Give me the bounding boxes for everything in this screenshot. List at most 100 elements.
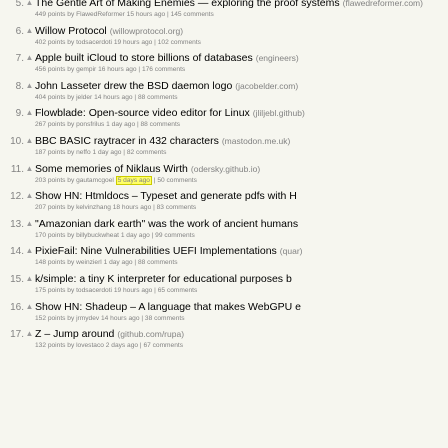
- user-link[interactable]: billybuckwheat: [76, 232, 119, 239]
- user-link[interactable]: ponsfrilus: [76, 121, 104, 128]
- upvote-arrow-icon[interactable]: ▲: [24, 101, 35, 118]
- comments-link[interactable]: 99 comments: [155, 232, 195, 239]
- age-link[interactable]: 19 hours ago: [114, 39, 153, 46]
- user-link[interactable]: weinzierl: [76, 259, 102, 266]
- story-points: 170: [35, 231, 47, 239]
- upvote-arrow-icon[interactable]: ▲: [24, 157, 35, 174]
- story-titleline: Z – Jump around (github.com/rupa): [35, 328, 448, 340]
- upvote-arrow-icon[interactable]: ▲: [24, 239, 35, 256]
- comments-link[interactable]: 82 comments: [127, 149, 167, 156]
- user-link[interactable]: jrmydev: [76, 315, 99, 322]
- story-title-link[interactable]: "Amazonian dark earth" was the work of a…: [35, 218, 298, 230]
- story-title-link[interactable]: Some memories of Niklaus Wirth: [35, 163, 188, 175]
- story-points: 203: [35, 176, 47, 184]
- comments-link[interactable]: 67 comments: [143, 342, 183, 349]
- user-link[interactable]: kelvinzhang: [76, 204, 111, 211]
- upvote-arrow-icon[interactable]: ▲: [24, 267, 35, 284]
- site-link[interactable]: willowprotocol.org: [113, 26, 181, 36]
- story-title-link[interactable]: Show HN: Shadeup – A language that makes…: [35, 301, 301, 313]
- story-points: 449: [35, 11, 47, 18]
- age-link[interactable]: 16 hours ago: [98, 66, 137, 73]
- age-link[interactable]: 1 day ago: [104, 259, 133, 266]
- upvote-arrow-icon[interactable]: ▲: [24, 129, 35, 146]
- site-link[interactable]: github.com/rupa: [120, 329, 181, 339]
- user-link[interactable]: lovestaco: [76, 342, 104, 349]
- story-row: 5. ▲ The Gentle Art of Making Enemies — …: [0, 0, 448, 19]
- comments-link[interactable]: 102 comments: [158, 39, 201, 46]
- story-rank: 17.: [10, 329, 24, 341]
- site-link[interactable]: engineers: [259, 53, 296, 63]
- story-titleline: "Amazonian dark earth" was the work of a…: [35, 218, 448, 230]
- story-title-link[interactable]: Apple built iCloud to store billions of …: [35, 52, 253, 64]
- story-title-link[interactable]: k/simple: a tiny K interpreter for educa…: [35, 273, 292, 285]
- upvote-arrow-icon[interactable]: ▲: [24, 19, 35, 36]
- upvote-arrow-icon[interactable]: ▲: [24, 322, 35, 339]
- user-link[interactable]: gautamcgoel: [76, 177, 114, 184]
- story-row: 10. ▲ BBC BASIC raytracer in 432 charact…: [0, 129, 448, 157]
- comments-link[interactable]: 83 comments: [157, 204, 197, 211]
- site-link[interactable]: quar: [283, 246, 300, 256]
- story-site: (willowprotocol.org): [109, 25, 184, 36]
- upvote-arrow-icon[interactable]: ▲: [24, 184, 35, 201]
- upvote-arrow-icon[interactable]: ▲: [24, 74, 35, 91]
- user-link[interactable]: FlawedReformer: [76, 11, 125, 18]
- age-link[interactable]: 2 days ago: [106, 342, 138, 349]
- upvote-arrow-icon[interactable]: ▲: [24, 212, 35, 229]
- story-titleline: Willow Protocol (willowprotocol.org): [35, 25, 448, 37]
- comments-link[interactable]: 38 comments: [145, 315, 185, 322]
- story-title-link[interactable]: John Lasseter drew the BSD daemon logo: [35, 80, 232, 92]
- story-row: 11. ▲ Some memories of Niklaus Wirth (ode…: [0, 157, 448, 185]
- age-link[interactable]: 5 days ago: [118, 177, 150, 184]
- site-link[interactable]: mastodon.me.uk: [225, 136, 288, 146]
- age-link[interactable]: 1 day ago: [121, 232, 150, 239]
- story-site: (jliljebl.github): [252, 108, 305, 119]
- upvote-arrow-icon[interactable]: ▲: [24, 46, 35, 63]
- age-link[interactable]: 14 hours ago: [101, 315, 140, 322]
- comments-link[interactable]: 88 comments: [138, 259, 178, 266]
- story-points: 175: [35, 286, 47, 294]
- story-content: The Gentle Art of Making Enemies — explo…: [35, 0, 448, 19]
- age-link[interactable]: 15 hours ago: [127, 11, 166, 18]
- comments-link[interactable]: 65 comments: [158, 287, 198, 294]
- story-points: 187: [35, 148, 47, 156]
- story-row: 9. ▲ Flowblade: Open-source video editor…: [0, 101, 448, 129]
- story-title-link[interactable]: Flowblade: Open-source video editor for …: [35, 107, 250, 119]
- story-rank: 15.: [10, 273, 24, 285]
- comments-link[interactable]: 88 comments: [141, 121, 181, 128]
- story-title-link[interactable]: PixieFail: Nine Vulnerabilities UEFI Imp…: [35, 245, 277, 257]
- age-link[interactable]: 14 hours ago: [94, 94, 133, 101]
- site-link[interactable]: jacobelder.com: [238, 81, 295, 91]
- story-content: John Lasseter drew the BSD daemon logo (j…: [35, 74, 448, 102]
- age-link[interactable]: 1 day ago: [106, 121, 135, 128]
- user-link[interactable]: gempir: [76, 66, 96, 73]
- site-link[interactable]: flawedreformer.com: [345, 0, 420, 8]
- upvote-arrow-icon[interactable]: ▲: [24, 0, 35, 8]
- story-title-link[interactable]: The Gentle Art of Making Enemies — explo…: [35, 0, 340, 9]
- comments-link[interactable]: 176 comments: [142, 66, 185, 73]
- user-link[interactable]: todsacerdoti: [76, 287, 112, 294]
- comments-link[interactable]: 50 comments: [157, 177, 197, 184]
- site-link[interactable]: odersky.github.io: [194, 164, 258, 174]
- upvote-arrow-icon[interactable]: ▲: [24, 295, 35, 312]
- comments-link[interactable]: 88 comments: [138, 94, 178, 101]
- comments-link[interactable]: 145 comments: [171, 11, 214, 18]
- story-title-link[interactable]: BBC BASIC raytracer in 432 characters: [35, 135, 219, 147]
- user-link[interactable]: jelder: [76, 94, 92, 101]
- story-title-link[interactable]: Willow Protocol: [35, 25, 107, 37]
- age-link[interactable]: 1 day ago: [92, 149, 121, 156]
- story-titleline: John Lasseter drew the BSD daemon logo (j…: [35, 80, 448, 92]
- story-title-link[interactable]: Z – Jump around: [35, 328, 114, 340]
- story-row: 6. ▲ Willow Protocol (willowprotocol.org)…: [0, 19, 448, 47]
- user-link[interactable]: neffo: [76, 149, 91, 156]
- story-title-link[interactable]: Show HN: Htmldocs – Typeset and generate…: [35, 190, 297, 202]
- site-link[interactable]: jliljebl.github: [256, 108, 302, 118]
- story-rank: 6.: [15, 25, 24, 37]
- story-rank: 11.: [10, 163, 24, 175]
- story-content: k/simple: a tiny K interpreter for educa…: [35, 267, 448, 295]
- story-content: Show HN: Htmldocs – Typeset and generate…: [35, 184, 448, 212]
- user-link[interactable]: todsacerdoti: [76, 39, 112, 46]
- story-row: 13. ▲ "Amazonian dark earth" was the wor…: [0, 212, 448, 240]
- age-link[interactable]: 19 hours ago: [114, 287, 153, 294]
- story-row: 17. ▲ Z – Jump around (github.com/rupa) 1…: [0, 322, 448, 350]
- age-link[interactable]: 18 hours ago: [113, 204, 152, 211]
